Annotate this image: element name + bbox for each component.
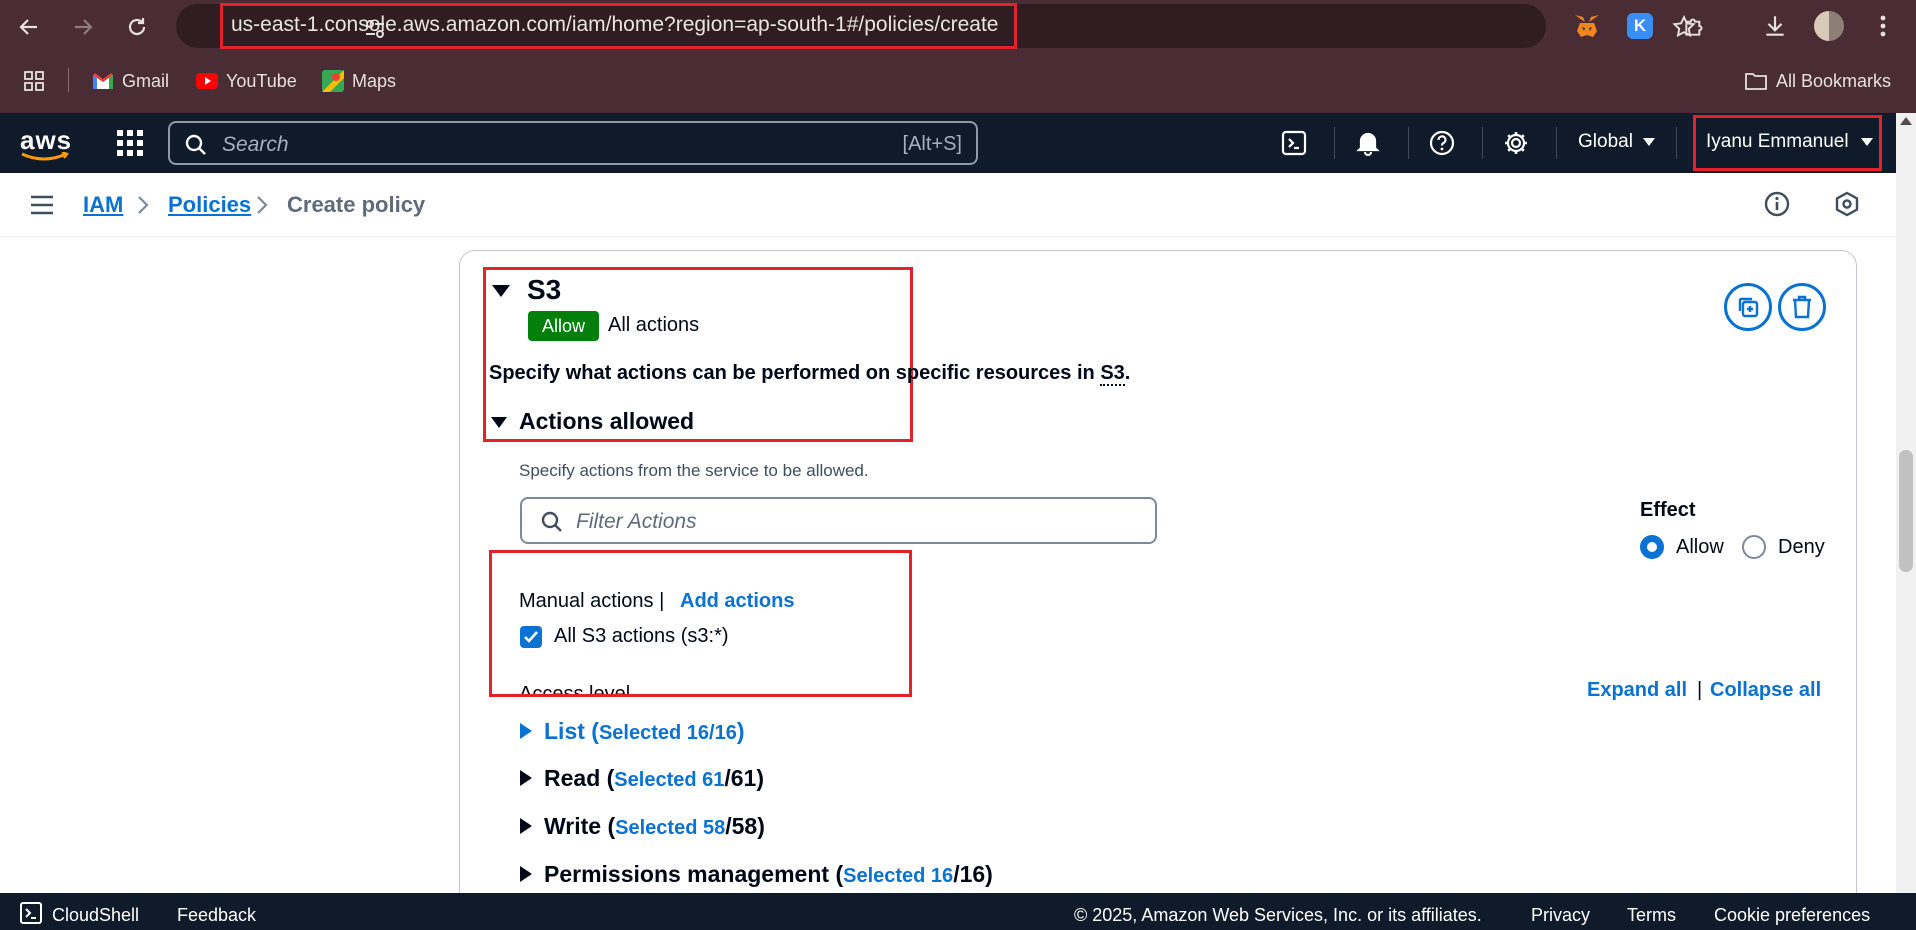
youtube-icon <box>196 73 218 89</box>
reload-icon[interactable] <box>120 10 154 44</box>
effect-deny-label[interactable]: Deny <box>1778 536 1825 559</box>
breadcrumb-current: Create policy <box>287 192 426 217</box>
account-menu[interactable]: Iyanu Emmanuel <box>1706 131 1873 153</box>
all-actions-label[interactable]: All S3 actions (s3:*) <box>554 625 729 648</box>
profile-avatar[interactable] <box>1812 9 1846 43</box>
caret-down-icon <box>1642 138 1655 146</box>
expand-icon <box>520 866 532 882</box>
metamask-icon[interactable] <box>1570 9 1604 43</box>
header-divider <box>1334 127 1335 159</box>
breadcrumb: IAM Policies Create policy <box>0 173 1896 237</box>
remove-button[interactable] <box>1778 283 1826 331</box>
info-icon[interactable] <box>1764 191 1790 217</box>
trash-icon <box>1793 295 1811 319</box>
services-menu-icon[interactable] <box>116 129 144 157</box>
search-icon <box>185 134 206 155</box>
maps-icon <box>322 70 344 92</box>
console-footer: CloudShell Feedback © 2025, Amazon Web S… <box>0 893 1916 930</box>
k-extension-icon[interactable]: K <box>1623 9 1657 43</box>
duplicate-icon <box>1738 297 1759 318</box>
feedback-link[interactable]: Feedback <box>177 905 256 926</box>
header-divider <box>1482 127 1483 159</box>
access-level-read[interactable]: Read (Selected 61/61) <box>520 763 764 793</box>
browser-menu-icon[interactable] <box>1866 9 1900 43</box>
cloudshell-icon[interactable] <box>1278 127 1310 159</box>
access-level-clip: Access level <box>519 683 630 694</box>
add-actions-link[interactable]: Add actions <box>680 590 794 613</box>
all-actions-checkbox[interactable] <box>520 626 542 648</box>
cookie-preferences-link[interactable]: Cookie preferences <box>1714 905 1870 926</box>
aws-logo[interactable]: aws <box>20 125 72 162</box>
bookmark-maps[interactable]: Maps <box>322 66 396 96</box>
actions-allowed-heading[interactable]: Actions allowed <box>519 408 694 435</box>
gmail-icon <box>93 73 113 89</box>
terms-link[interactable]: Terms <box>1627 905 1676 926</box>
bookmarks-separator <box>68 68 69 92</box>
bookmark-gmail[interactable]: Gmail <box>92 66 169 96</box>
caret-down-icon <box>1860 138 1873 146</box>
extensions-puzzle-icon[interactable] <box>1678 9 1712 43</box>
collapse-all-link[interactable]: Collapse all <box>1710 679 1821 702</box>
copyright-text: © 2025, Amazon Web Services, Inc. or its… <box>1074 905 1482 925</box>
url-text[interactable]: us-east-1.console.aws.amazon.com/iam/hom… <box>231 13 998 37</box>
checkmark-icon <box>524 631 538 643</box>
notifications-bell-icon[interactable] <box>1352 127 1384 159</box>
header-divider <box>1556 127 1557 159</box>
cloudshell-icon <box>20 902 42 924</box>
search-input[interactable]: Search [Alt+S] <box>168 121 978 165</box>
highlight-box-actions <box>489 550 912 697</box>
expand-icon <box>520 723 532 739</box>
side-nav-toggle-icon[interactable] <box>30 194 54 216</box>
effect-badge: Allow <box>528 311 599 341</box>
service-summary: All actions <box>608 314 700 336</box>
expand-all-link[interactable]: Expand all <box>1587 679 1687 702</box>
access-level-label: Access level <box>519 683 631 694</box>
header-divider <box>1676 127 1677 159</box>
expand-icon <box>520 818 532 834</box>
forward-icon[interactable] <box>66 10 100 44</box>
manual-actions-label: Manual actions | <box>519 590 665 612</box>
privacy-link[interactable]: Privacy <box>1531 905 1590 926</box>
breadcrumb-iam[interactable]: IAM <box>83 192 123 218</box>
hexagon-settings-icon[interactable] <box>1834 191 1860 217</box>
breadcrumb-policies[interactable]: Policies <box>168 192 251 218</box>
browser-chrome: us-east-1.console.aws.amazon.com/iam/hom… <box>0 0 1916 113</box>
service-name: S3 <box>527 274 562 305</box>
back-icon[interactable] <box>12 10 46 44</box>
actions-hint: Specify actions from the service to be a… <box>519 461 869 480</box>
search-icon <box>541 511 562 532</box>
settings-gear-icon[interactable] <box>1500 127 1532 159</box>
region-selector[interactable]: Global <box>1578 131 1655 153</box>
chevron-right-icon <box>138 196 149 214</box>
effect-allow-label[interactable]: Allow <box>1676 536 1724 559</box>
help-icon[interactable] <box>1426 127 1458 159</box>
effect-label: Effect <box>1640 499 1696 521</box>
cloudshell-link[interactable]: CloudShell <box>52 905 139 926</box>
service-term: S3 <box>1100 362 1125 386</box>
folder-icon <box>1745 73 1767 90</box>
chevron-right-icon <box>257 196 268 214</box>
collapse-actions-icon[interactable] <box>491 417 507 428</box>
filter-actions-input[interactable]: Filter Actions <box>520 497 1157 544</box>
apps-grid-icon[interactable] <box>22 66 46 96</box>
expand-icon <box>520 770 532 786</box>
scroll-up-arrow-icon[interactable] <box>1900 117 1912 125</box>
scrollbar-thumb[interactable] <box>1899 450 1913 572</box>
bookmark-youtube[interactable]: YouTube <box>196 66 297 96</box>
access-level-list[interactable]: List (Selected 16/16) <box>520 716 745 746</box>
service-description: Specify what actions can be performed on… <box>489 362 1131 386</box>
duplicate-button[interactable] <box>1724 283 1772 331</box>
effect-allow-radio[interactable] <box>1640 535 1664 559</box>
access-level-write[interactable]: Write (Selected 58/58) <box>520 811 765 841</box>
header-divider <box>1408 127 1409 159</box>
download-icon[interactable] <box>1758 9 1792 43</box>
link-separator: | <box>1697 679 1703 701</box>
all-bookmarks[interactable]: All Bookmarks <box>1744 66 1891 96</box>
access-level-permissions-management[interactable]: Permissions management (Selected 16/16) <box>520 859 993 889</box>
effect-deny-radio[interactable] <box>1742 535 1766 559</box>
aws-top-nav: aws Search [Alt+S] Global Iyanu Emmanuel <box>0 113 1916 173</box>
collapse-service-icon[interactable] <box>492 285 510 297</box>
